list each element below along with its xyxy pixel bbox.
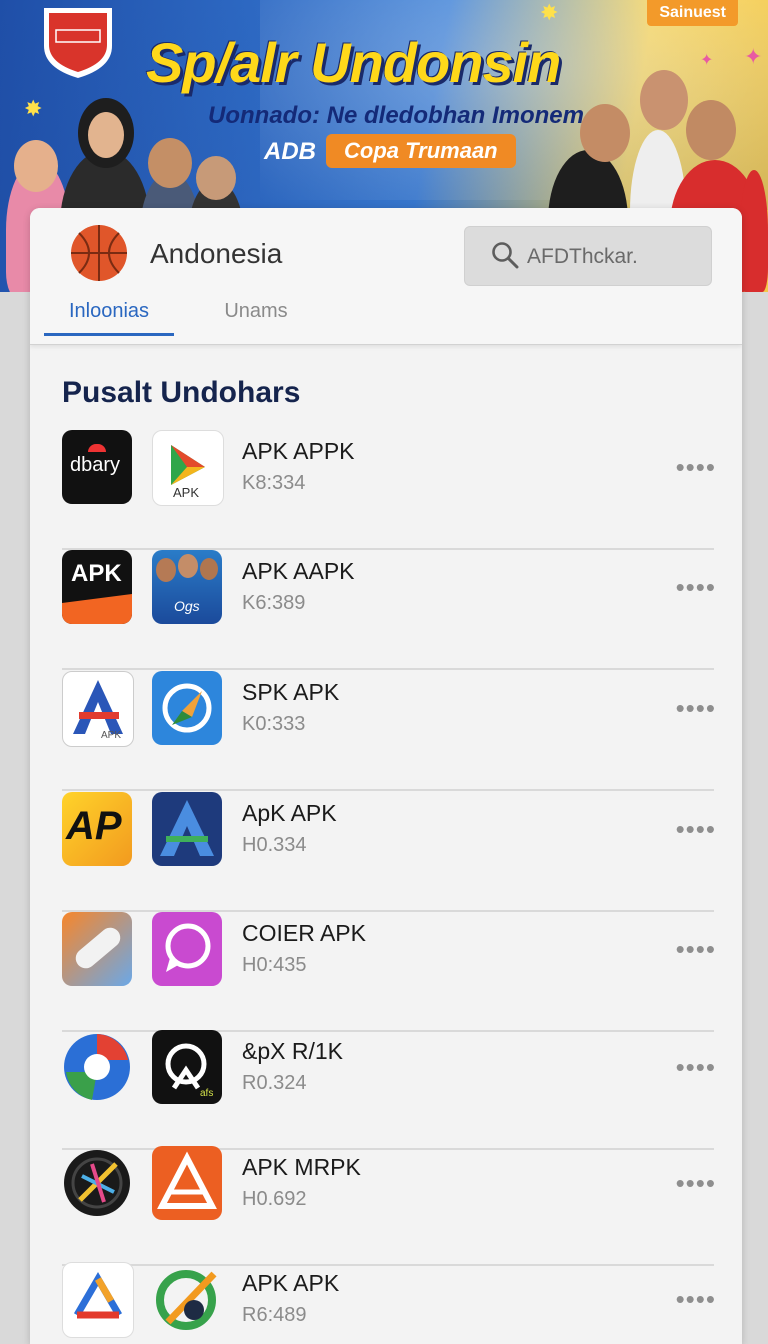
banner-badge: Sainuest: [647, 0, 738, 26]
app-icon[interactable]: [152, 792, 222, 866]
banner-title: Sp/alr Undonsin: [146, 31, 561, 94]
compass-icon: [162, 683, 212, 733]
list-item[interactable]: dbary APK APK APPK K8:334 ••••: [62, 430, 716, 550]
tri-arrow-icon: [73, 1272, 123, 1319]
tab-inloonias[interactable]: Inloonias: [44, 300, 174, 336]
app-version: K6:389: [242, 592, 306, 614]
app-icon[interactable]: [152, 1146, 222, 1220]
search-icon: [492, 242, 519, 269]
search-input[interactable]: [525, 241, 699, 273]
section-title: Pusalt Undohars: [62, 376, 301, 409]
app-version: K0:333: [242, 713, 306, 735]
app-version: H0:435: [242, 954, 307, 976]
app-version: H0.334: [242, 834, 307, 856]
triangle-logo-icon: [157, 1151, 217, 1209]
app-name: APK APPK: [242, 438, 355, 464]
list-item[interactable]: AP ApK APK H0.334 ••••: [62, 792, 716, 912]
app-name: &pX R/1K: [242, 1038, 343, 1064]
basketball-icon: [71, 225, 127, 281]
app-icon[interactable]: [62, 1262, 134, 1338]
divider: [62, 668, 714, 670]
list-item[interactable]: APK Ogs APK AAPK K6:389 ••••: [62, 550, 716, 670]
star-icon: ✸: [540, 0, 559, 25]
planet-icon: [156, 1270, 217, 1330]
app-list-card: Andonesia Inloonias Unams Pusalt Undohar…: [30, 208, 742, 1344]
more-options-icon[interactable]: ••••: [676, 1052, 716, 1083]
app-icon[interactable]: [62, 1146, 132, 1220]
chat-bubble-icon: [165, 923, 211, 972]
app-icon[interactable]: AP: [62, 792, 132, 866]
app-icon[interactable]: [152, 912, 222, 986]
banner-cta-button[interactable]: Copa Trumaan: [326, 134, 516, 168]
list-item[interactable]: afs &pX R/1K R0.324 ••••: [62, 1030, 716, 1150]
app-icon[interactable]: [62, 912, 132, 986]
app-name: APK MRPK: [242, 1154, 361, 1180]
app-name: COIER APK: [242, 920, 366, 946]
app-icon[interactable]: afs: [152, 1030, 222, 1104]
app-icon[interactable]: [152, 671, 222, 745]
search-box[interactable]: [464, 226, 712, 286]
star-icon: ✸: [24, 96, 43, 121]
app-icon[interactable]: APK: [62, 550, 132, 624]
banner-adb-label: ADB: [264, 138, 316, 165]
banner-subtitle: Uonnado: Ne dledobhan Imonem: [208, 102, 584, 129]
card-header: Andonesia Inloonias Unams: [30, 208, 742, 345]
a-logo-icon: [160, 800, 214, 856]
tab-unams[interactable]: Unams: [206, 300, 306, 333]
app-version: H0.692: [242, 1188, 307, 1210]
more-options-icon[interactable]: ••••: [676, 693, 716, 724]
app-icon[interactable]: APK: [62, 671, 134, 747]
more-options-icon[interactable]: ••••: [676, 814, 716, 845]
more-options-icon[interactable]: ••••: [676, 1284, 716, 1315]
app-name: APK APK: [242, 1270, 340, 1296]
app-name: ApK APK: [242, 800, 337, 826]
app-version: R0.324: [242, 1072, 307, 1094]
shield-logo-icon: [44, 8, 112, 78]
compass-dial-icon: [64, 1150, 130, 1216]
list-item[interactable]: APK SPK APK K0:333 ••••: [62, 671, 716, 791]
app-icon[interactable]: dbary: [62, 430, 132, 504]
app-version: K8:334: [242, 472, 306, 494]
app-name: SPK APK: [242, 679, 340, 705]
list-item[interactable]: APK MRPK H0.692 ••••: [62, 1146, 716, 1266]
app-icon[interactable]: [62, 1030, 132, 1104]
a-logo-icon: [73, 680, 123, 734]
more-options-icon[interactable]: ••••: [676, 452, 716, 483]
chrome-like-icon: [64, 1034, 130, 1100]
app-icon[interactable]: APK: [152, 430, 224, 506]
more-options-icon[interactable]: ••••: [676, 934, 716, 965]
more-options-icon[interactable]: ••••: [676, 572, 716, 603]
more-options-icon[interactable]: ••••: [676, 1168, 716, 1199]
app-icon[interactable]: Ogs: [152, 550, 222, 624]
divider: [62, 789, 714, 791]
app-icon[interactable]: [152, 1262, 222, 1336]
star-icon: ✦: [700, 52, 714, 69]
brand-name: Andonesia: [150, 238, 283, 269]
app-version: R6:489: [242, 1304, 307, 1326]
star-icon: ✦: [744, 44, 763, 69]
app-name: APK AAPK: [242, 558, 355, 584]
list-item[interactable]: APK APK R6:489 ••••: [62, 1262, 716, 1344]
list-item[interactable]: COIER APK H0:435 ••••: [62, 912, 716, 1032]
